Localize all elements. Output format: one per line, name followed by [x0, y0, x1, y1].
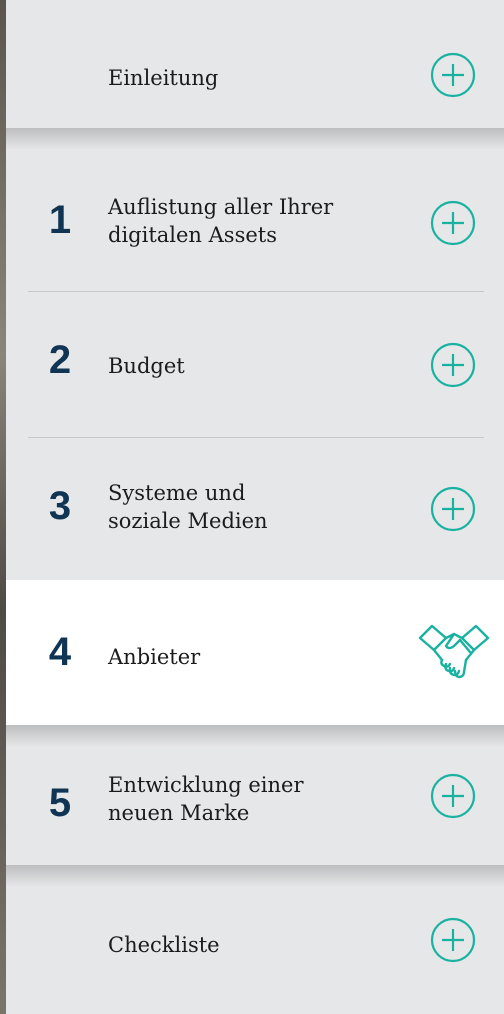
menu-item-5[interactable]: 5 Entwicklung einer neuen Marke	[6, 747, 504, 865]
menu-item-number: 4	[48, 630, 72, 674]
plus-circle-icon[interactable]	[430, 486, 476, 532]
plus-circle-icon[interactable]	[430, 773, 476, 819]
menu-item-3[interactable]: 3 Systeme und soziale Medien	[6, 438, 504, 580]
menu-item-4-active[interactable]: 4 Anbieter	[6, 580, 504, 725]
chapter-menu: Einleitung 1 Auflistung aller Ihrer digi…	[6, 0, 504, 1014]
menu-item-label: Entwicklung einer neuen Marke	[108, 773, 304, 825]
menu-item-label: Auflistung aller Ihrer digitalen Assets	[108, 195, 334, 247]
menu-item-number: 1	[48, 198, 72, 242]
menu-item-number: 2	[48, 338, 72, 382]
plus-circle-icon[interactable]	[430, 52, 476, 98]
plus-circle-icon[interactable]	[430, 342, 476, 388]
menu-item-number: 5	[48, 781, 72, 825]
menu-item-checklist[interactable]: Checkliste	[6, 887, 504, 1014]
menu-item-label: Checkliste	[108, 933, 220, 957]
menu-item-1[interactable]: 1 Auflistung aller Ihrer digitalen Asset…	[6, 150, 504, 291]
handshake-icon[interactable]	[416, 620, 492, 684]
plus-circle-icon[interactable]	[430, 200, 476, 246]
menu-item-label: Systeme und soziale Medien	[108, 481, 268, 533]
menu-item-intro[interactable]: Einleitung	[6, 0, 504, 128]
menu-item-label: Budget	[108, 354, 185, 378]
plus-circle-icon[interactable]	[430, 917, 476, 963]
menu-item-label: Anbieter	[108, 645, 201, 669]
menu-item-2[interactable]: 2 Budget	[6, 292, 504, 437]
menu-item-number: 3	[48, 484, 72, 528]
section-separator	[6, 128, 504, 150]
section-separator	[6, 865, 504, 887]
section-separator	[6, 725, 504, 747]
menu-item-label: Einleitung	[108, 66, 219, 90]
